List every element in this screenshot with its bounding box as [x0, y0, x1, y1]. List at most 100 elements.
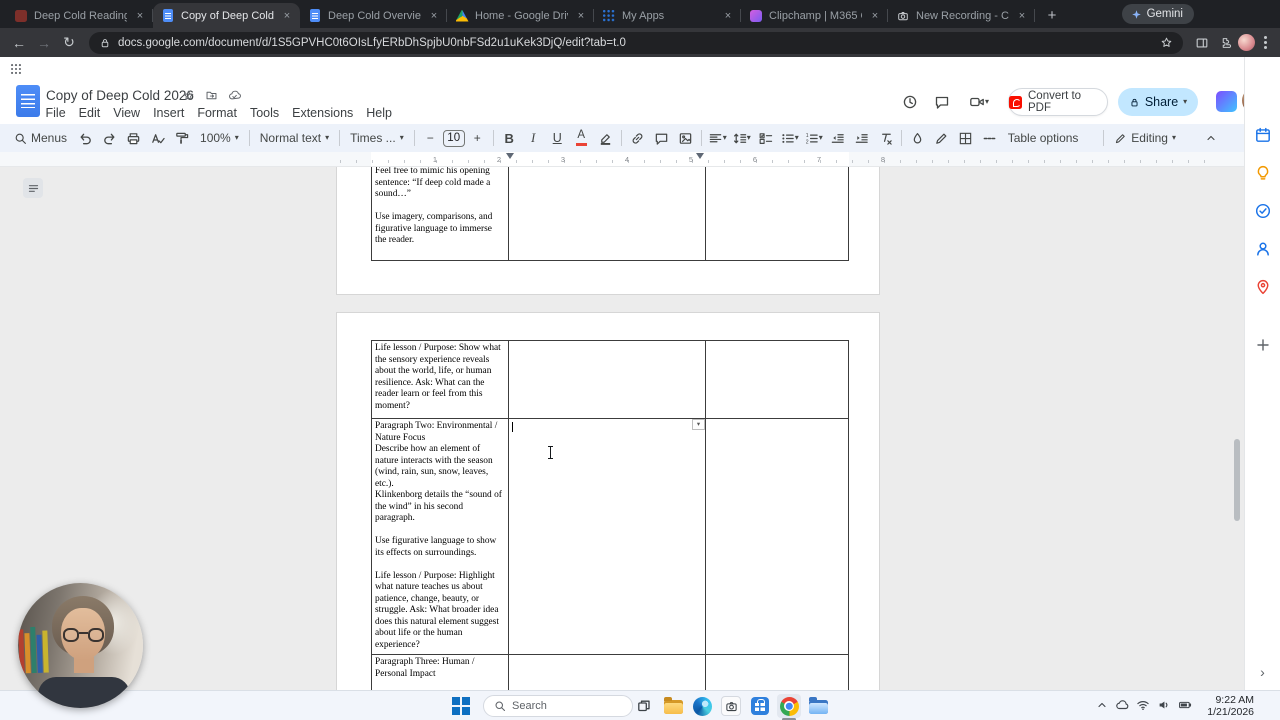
menu-view[interactable]: View: [107, 105, 147, 121]
browser-menu-icon[interactable]: [1258, 33, 1272, 53]
onedrive-cloud-icon[interactable]: [1115, 698, 1129, 712]
cell-background-color-button[interactable]: [906, 126, 929, 150]
browser-tab-5[interactable]: My Apps ×: [594, 3, 741, 28]
new-tab-button[interactable]: +: [1041, 4, 1063, 26]
browser-tab-4[interactable]: Home - Google Drive ×: [447, 3, 594, 28]
align-button[interactable]: ▾: [706, 126, 729, 150]
insert-image-button[interactable]: [674, 126, 697, 150]
forward-button[interactable]: →: [33, 32, 55, 54]
highlight-color-button[interactable]: [594, 126, 617, 150]
reload-button[interactable]: ↻: [58, 32, 80, 54]
file-explorer-icon[interactable]: [661, 694, 685, 718]
font-select[interactable]: Times ... ▾: [344, 126, 410, 150]
line-spacing-button[interactable]: ▾: [730, 126, 753, 150]
underline-button[interactable]: U: [546, 126, 569, 150]
keep-icon[interactable]: [1253, 163, 1273, 183]
clear-formatting-button[interactable]: [874, 126, 897, 150]
decrease-indent-button[interactable]: [826, 126, 849, 150]
cell-dropdown-icon[interactable]: ▾: [692, 419, 705, 430]
bookmark-star-icon[interactable]: [1160, 36, 1173, 49]
table-cell-response[interactable]: [509, 655, 706, 690]
undo-button[interactable]: [74, 126, 97, 150]
document-title[interactable]: Copy of Deep Cold 2026: [46, 88, 194, 103]
contacts-icon[interactable]: [1253, 239, 1273, 259]
maps-icon[interactable]: [1253, 277, 1273, 297]
hide-menus-button[interactable]: [1199, 126, 1222, 150]
volume-icon[interactable]: [1157, 698, 1171, 712]
menu-file[interactable]: File: [39, 105, 72, 121]
increase-indent-button[interactable]: [850, 126, 873, 150]
tab-close-icon[interactable]: ×: [427, 9, 441, 23]
addon-extension-icon[interactable]: [1216, 91, 1237, 112]
font-size-input[interactable]: [442, 129, 465, 147]
menu-tools[interactable]: Tools: [243, 105, 285, 121]
menu-help[interactable]: Help: [360, 105, 399, 121]
files-icon[interactable]: [806, 694, 830, 718]
table-cell-response[interactable]: [509, 340, 706, 419]
tab-close-icon[interactable]: ×: [133, 9, 147, 23]
get-addons-icon[interactable]: [1253, 335, 1273, 355]
meet-video-icon[interactable]: ▾: [960, 88, 998, 116]
add-comment-button[interactable]: [650, 126, 673, 150]
store-icon[interactable]: [748, 694, 772, 718]
browser-profile-avatar[interactable]: [1238, 34, 1255, 51]
spell-check-button[interactable]: [146, 126, 169, 150]
share-button[interactable]: Share ▾: [1118, 88, 1198, 116]
convert-to-pdf-button[interactable]: Convert to PDF: [1008, 88, 1108, 116]
version-history-icon[interactable]: [896, 88, 924, 116]
tab-close-icon[interactable]: ×: [574, 9, 588, 23]
redo-button[interactable]: [98, 126, 121, 150]
menu-extensions[interactable]: Extensions: [286, 105, 360, 121]
table-options-button[interactable]: Table options: [1002, 126, 1085, 150]
table-cell-response-active[interactable]: ▾: [509, 419, 706, 655]
taskbar-clock[interactable]: 9:22 AM 1/21/2026: [1207, 694, 1254, 718]
print-button[interactable]: [122, 126, 145, 150]
taskbar-search[interactable]: Search: [483, 695, 633, 717]
wifi-icon[interactable]: [1136, 698, 1150, 712]
table-cell-prompt[interactable]: Paragraph Two: Environmental / Nature Fo…: [371, 419, 509, 655]
document-outline-icon[interactable]: [23, 178, 43, 198]
edge-icon[interactable]: [690, 694, 714, 718]
tab-close-icon[interactable]: ×: [280, 9, 294, 23]
browser-tab-6[interactable]: Clipchamp | M365 Copilot ×: [741, 3, 888, 28]
menu-edit[interactable]: Edit: [72, 105, 107, 121]
border-width-button[interactable]: [954, 126, 977, 150]
document-canvas[interactable]: Feel free to mimic his opening sentence:…: [0, 167, 1244, 690]
task-view-icon[interactable]: [632, 694, 656, 718]
address-bar[interactable]: docs.google.com/document/d/1S5GPVHC0t6OI…: [89, 31, 1183, 54]
font-size-increase-button[interactable]: +: [466, 126, 489, 150]
menu-insert[interactable]: Insert: [147, 105, 191, 121]
browser-tab-2-active[interactable]: Copy of Deep Cold 2026 - ... ×: [153, 3, 300, 28]
vertical-scrollbar[interactable]: [1234, 439, 1240, 521]
battery-icon[interactable]: [1178, 698, 1192, 712]
insert-link-button[interactable]: [626, 126, 649, 150]
table-cell-prompt[interactable]: Life lesson / Purpose: Show what the sen…: [371, 340, 509, 419]
tray-expand-icon[interactable]: [1096, 699, 1108, 711]
chrome-icon[interactable]: [777, 694, 801, 718]
calendar-icon[interactable]: [1253, 125, 1273, 145]
camera-app-icon[interactable]: [719, 694, 743, 718]
browser-tab-7[interactable]: New Recording - Camera ×: [888, 3, 1035, 28]
back-button[interactable]: ←: [8, 32, 30, 54]
checklist-button[interactable]: [754, 126, 777, 150]
url-text[interactable]: docs.google.com/document/d/1S5GPVHC0t6OI…: [118, 37, 1153, 49]
move-folder-icon[interactable]: [205, 89, 218, 102]
apps-grid-icon[interactable]: [9, 62, 23, 76]
browser-tab-1[interactable]: Deep Cold Reading Assignm... ×: [6, 3, 153, 28]
table-cell-prompt[interactable]: Feel free to mimic his opening sentence:…: [371, 167, 509, 261]
table-cell-response[interactable]: [509, 167, 706, 261]
tab-close-icon[interactable]: ×: [1015, 9, 1029, 23]
zoom-select[interactable]: 100% ▾: [194, 126, 245, 150]
menu-format[interactable]: Format: [191, 105, 244, 121]
font-size-decrease-button[interactable]: −: [419, 126, 442, 150]
table-cell-notes[interactable]: [706, 167, 849, 261]
left-indent-marker[interactable]: [506, 153, 514, 159]
comments-icon[interactable]: [928, 88, 956, 116]
tab-close-icon[interactable]: ×: [868, 9, 882, 23]
menus-search-button[interactable]: Menus: [8, 126, 73, 150]
side-panel-icon[interactable]: [1192, 33, 1212, 53]
extensions-icon[interactable]: [1215, 33, 1235, 53]
right-indent-marker[interactable]: [696, 153, 704, 159]
styles-select[interactable]: Normal text ▾: [254, 126, 335, 150]
tasks-icon[interactable]: [1253, 201, 1273, 221]
